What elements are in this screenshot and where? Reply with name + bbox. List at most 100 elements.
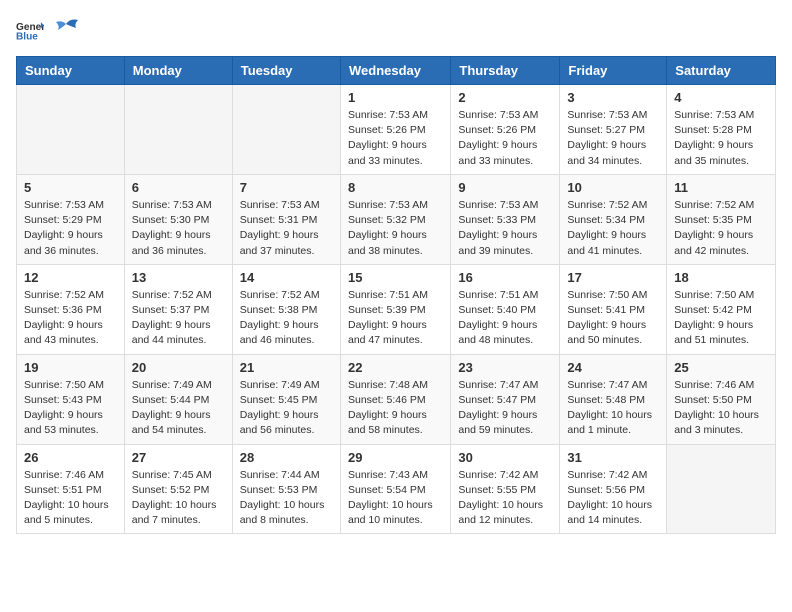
calendar-cell: 31 Sunrise: 7:42 AMSunset: 5:56 PMDayligh… (560, 444, 667, 534)
day-number: 31 (567, 450, 659, 465)
day-number: 11 (674, 180, 768, 195)
calendar-week-row: 19 Sunrise: 7:50 AMSunset: 5:43 PMDayligh… (17, 354, 776, 444)
day-info: Sunrise: 7:51 AMSunset: 5:39 PMDaylight:… (348, 288, 443, 349)
day-info: Sunrise: 7:53 AMSunset: 5:26 PMDaylight:… (458, 108, 552, 169)
day-info: Sunrise: 7:47 AMSunset: 5:48 PMDaylight:… (567, 378, 659, 439)
weekday-header-thursday: Thursday (451, 57, 560, 85)
calendar-cell: 29Sunrise: 7:43 AMSunset: 5:54 PMDayligh… (340, 444, 450, 534)
day-info: Sunrise: 7:51 AMSunset: 5:40 PMDaylight:… (458, 288, 552, 349)
day-info: Sunrise: 7:43 AMSunset: 5:54 PMDaylight:… (348, 468, 443, 529)
calendar-cell (124, 85, 232, 175)
day-number: 2 (458, 90, 552, 105)
calendar-table: SundayMondayTuesdayWednesdayThursdayFrid… (16, 56, 776, 534)
day-info: Sunrise: 7:42 AMSunset: 5:56 PMDaylight:… (567, 468, 659, 529)
day-number: 22 (348, 360, 443, 375)
day-info: Sunrise: 7:45 AMSunset: 5:52 PMDaylight:… (132, 468, 225, 529)
day-info: Sunrise: 7:52 AMSunset: 5:37 PMDaylight:… (132, 288, 225, 349)
calendar-cell: 8 Sunrise: 7:53 AMSunset: 5:32 PMDaylight… (340, 174, 450, 264)
day-number: 24 (567, 360, 659, 375)
day-info: Sunrise: 7:53 AMSunset: 5:31 PMDaylight:… (240, 198, 333, 259)
page-header: General Blue (16, 16, 776, 44)
calendar-cell: 6 Sunrise: 7:53 AMSunset: 5:30 PMDaylight… (124, 174, 232, 264)
day-info: Sunrise: 7:53 AMSunset: 5:32 PMDaylight:… (348, 198, 443, 259)
calendar-cell: 25 Sunrise: 7:46 AMSunset: 5:50 PMDayligh… (667, 354, 776, 444)
day-info: Sunrise: 7:53 AMSunset: 5:30 PMDaylight:… (132, 198, 225, 259)
day-info: Sunrise: 7:53 AMSunset: 5:28 PMDaylight:… (674, 108, 768, 169)
calendar-cell: 27 Sunrise: 7:45 AMSunset: 5:52 PMDayligh… (124, 444, 232, 534)
day-number: 10 (567, 180, 659, 195)
day-number: 23 (458, 360, 552, 375)
calendar-cell: 24 Sunrise: 7:47 AMSunset: 5:48 PMDayligh… (560, 354, 667, 444)
calendar-cell: 10 Sunrise: 7:52 AMSunset: 5:34 PMDayligh… (560, 174, 667, 264)
day-info: Sunrise: 7:42 AMSunset: 5:55 PMDaylight:… (458, 468, 552, 529)
day-number: 25 (674, 360, 768, 375)
day-number: 17 (567, 270, 659, 285)
day-number: 14 (240, 270, 333, 285)
calendar-week-row: 1 Sunrise: 7:53 AMSunset: 5:26 PMDaylight… (17, 85, 776, 175)
day-info: Sunrise: 7:52 AMSunset: 5:36 PMDaylight:… (24, 288, 117, 349)
day-number: 26 (24, 450, 117, 465)
day-info: Sunrise: 7:46 AMSunset: 5:50 PMDaylight:… (674, 378, 768, 439)
calendar-cell: 21 Sunrise: 7:49 AMSunset: 5:45 PMDayligh… (232, 354, 340, 444)
calendar-cell: 13 Sunrise: 7:52 AMSunset: 5:37 PMDayligh… (124, 264, 232, 354)
day-info: Sunrise: 7:52 AMSunset: 5:35 PMDaylight:… (674, 198, 768, 259)
calendar-cell: 30Sunrise: 7:42 AMSunset: 5:55 PMDayligh… (451, 444, 560, 534)
calendar-cell: 17 Sunrise: 7:50 AMSunset: 5:41 PMDayligh… (560, 264, 667, 354)
logo-icon: General Blue (16, 19, 44, 41)
calendar-cell: 3Sunrise: 7:53 AMSunset: 5:27 PMDaylight… (560, 85, 667, 175)
calendar-cell: 2 Sunrise: 7:53 AMSunset: 5:26 PMDaylight… (451, 85, 560, 175)
calendar-cell: 11 Sunrise: 7:52 AMSunset: 5:35 PMDayligh… (667, 174, 776, 264)
logo: General Blue (16, 16, 86, 44)
day-number: 6 (132, 180, 225, 195)
calendar-week-row: 26 Sunrise: 7:46 AMSunset: 5:51 PMDayligh… (17, 444, 776, 534)
calendar-cell: 16 Sunrise: 7:51 AMSunset: 5:40 PMDayligh… (451, 264, 560, 354)
weekday-header-sunday: Sunday (17, 57, 125, 85)
day-number: 19 (24, 360, 117, 375)
day-info: Sunrise: 7:50 AMSunset: 5:41 PMDaylight:… (567, 288, 659, 349)
day-number: 13 (132, 270, 225, 285)
day-info: Sunrise: 7:47 AMSunset: 5:47 PMDaylight:… (458, 378, 552, 439)
day-number: 27 (132, 450, 225, 465)
weekday-header-wednesday: Wednesday (340, 57, 450, 85)
day-number: 16 (458, 270, 552, 285)
day-info: Sunrise: 7:52 AMSunset: 5:34 PMDaylight:… (567, 198, 659, 259)
calendar-cell: 19 Sunrise: 7:50 AMSunset: 5:43 PMDayligh… (17, 354, 125, 444)
day-number: 1 (348, 90, 443, 105)
day-number: 4 (674, 90, 768, 105)
day-info: Sunrise: 7:50 AMSunset: 5:42 PMDaylight:… (674, 288, 768, 349)
calendar-week-row: 5 Sunrise: 7:53 AMSunset: 5:29 PMDaylight… (17, 174, 776, 264)
day-number: 18 (674, 270, 768, 285)
day-info: Sunrise: 7:50 AMSunset: 5:43 PMDaylight:… (24, 378, 117, 439)
calendar-cell: 9 Sunrise: 7:53 AMSunset: 5:33 PMDaylight… (451, 174, 560, 264)
day-info: Sunrise: 7:53 AMSunset: 5:26 PMDaylight:… (348, 108, 443, 169)
weekday-header-tuesday: Tuesday (232, 57, 340, 85)
day-number: 9 (458, 180, 552, 195)
day-number: 8 (348, 180, 443, 195)
day-number: 28 (240, 450, 333, 465)
weekday-header-saturday: Saturday (667, 57, 776, 85)
day-number: 12 (24, 270, 117, 285)
calendar-cell: 22Sunrise: 7:48 AMSunset: 5:46 PMDayligh… (340, 354, 450, 444)
day-number: 5 (24, 180, 117, 195)
day-number: 20 (132, 360, 225, 375)
day-number: 15 (348, 270, 443, 285)
calendar-cell (17, 85, 125, 175)
day-number: 3 (567, 90, 659, 105)
calendar-cell: 15 Sunrise: 7:51 AMSunset: 5:39 PMDayligh… (340, 264, 450, 354)
day-info: Sunrise: 7:46 AMSunset: 5:51 PMDaylight:… (24, 468, 117, 529)
calendar-cell (232, 85, 340, 175)
weekday-header-row: SundayMondayTuesdayWednesdayThursdayFrid… (17, 57, 776, 85)
day-number: 21 (240, 360, 333, 375)
calendar-cell: 12 Sunrise: 7:52 AMSunset: 5:36 PMDayligh… (17, 264, 125, 354)
calendar-cell: 26 Sunrise: 7:46 AMSunset: 5:51 PMDayligh… (17, 444, 125, 534)
weekday-header-friday: Friday (560, 57, 667, 85)
day-info: Sunrise: 7:49 AMSunset: 5:45 PMDaylight:… (240, 378, 333, 439)
calendar-cell: 23 Sunrise: 7:47 AMSunset: 5:47 PMDayligh… (451, 354, 560, 444)
calendar-cell: 14 Sunrise: 7:52 AMSunset: 5:38 PMDayligh… (232, 264, 340, 354)
day-info: Sunrise: 7:44 AMSunset: 5:53 PMDaylight:… (240, 468, 333, 529)
calendar-cell: 5 Sunrise: 7:53 AMSunset: 5:29 PMDaylight… (17, 174, 125, 264)
day-info: Sunrise: 7:53 AMSunset: 5:29 PMDaylight:… (24, 198, 117, 259)
calendar-cell: 28 Sunrise: 7:44 AMSunset: 5:53 PMDayligh… (232, 444, 340, 534)
day-info: Sunrise: 7:53 AMSunset: 5:33 PMDaylight:… (458, 198, 552, 259)
day-info: Sunrise: 7:52 AMSunset: 5:38 PMDaylight:… (240, 288, 333, 349)
